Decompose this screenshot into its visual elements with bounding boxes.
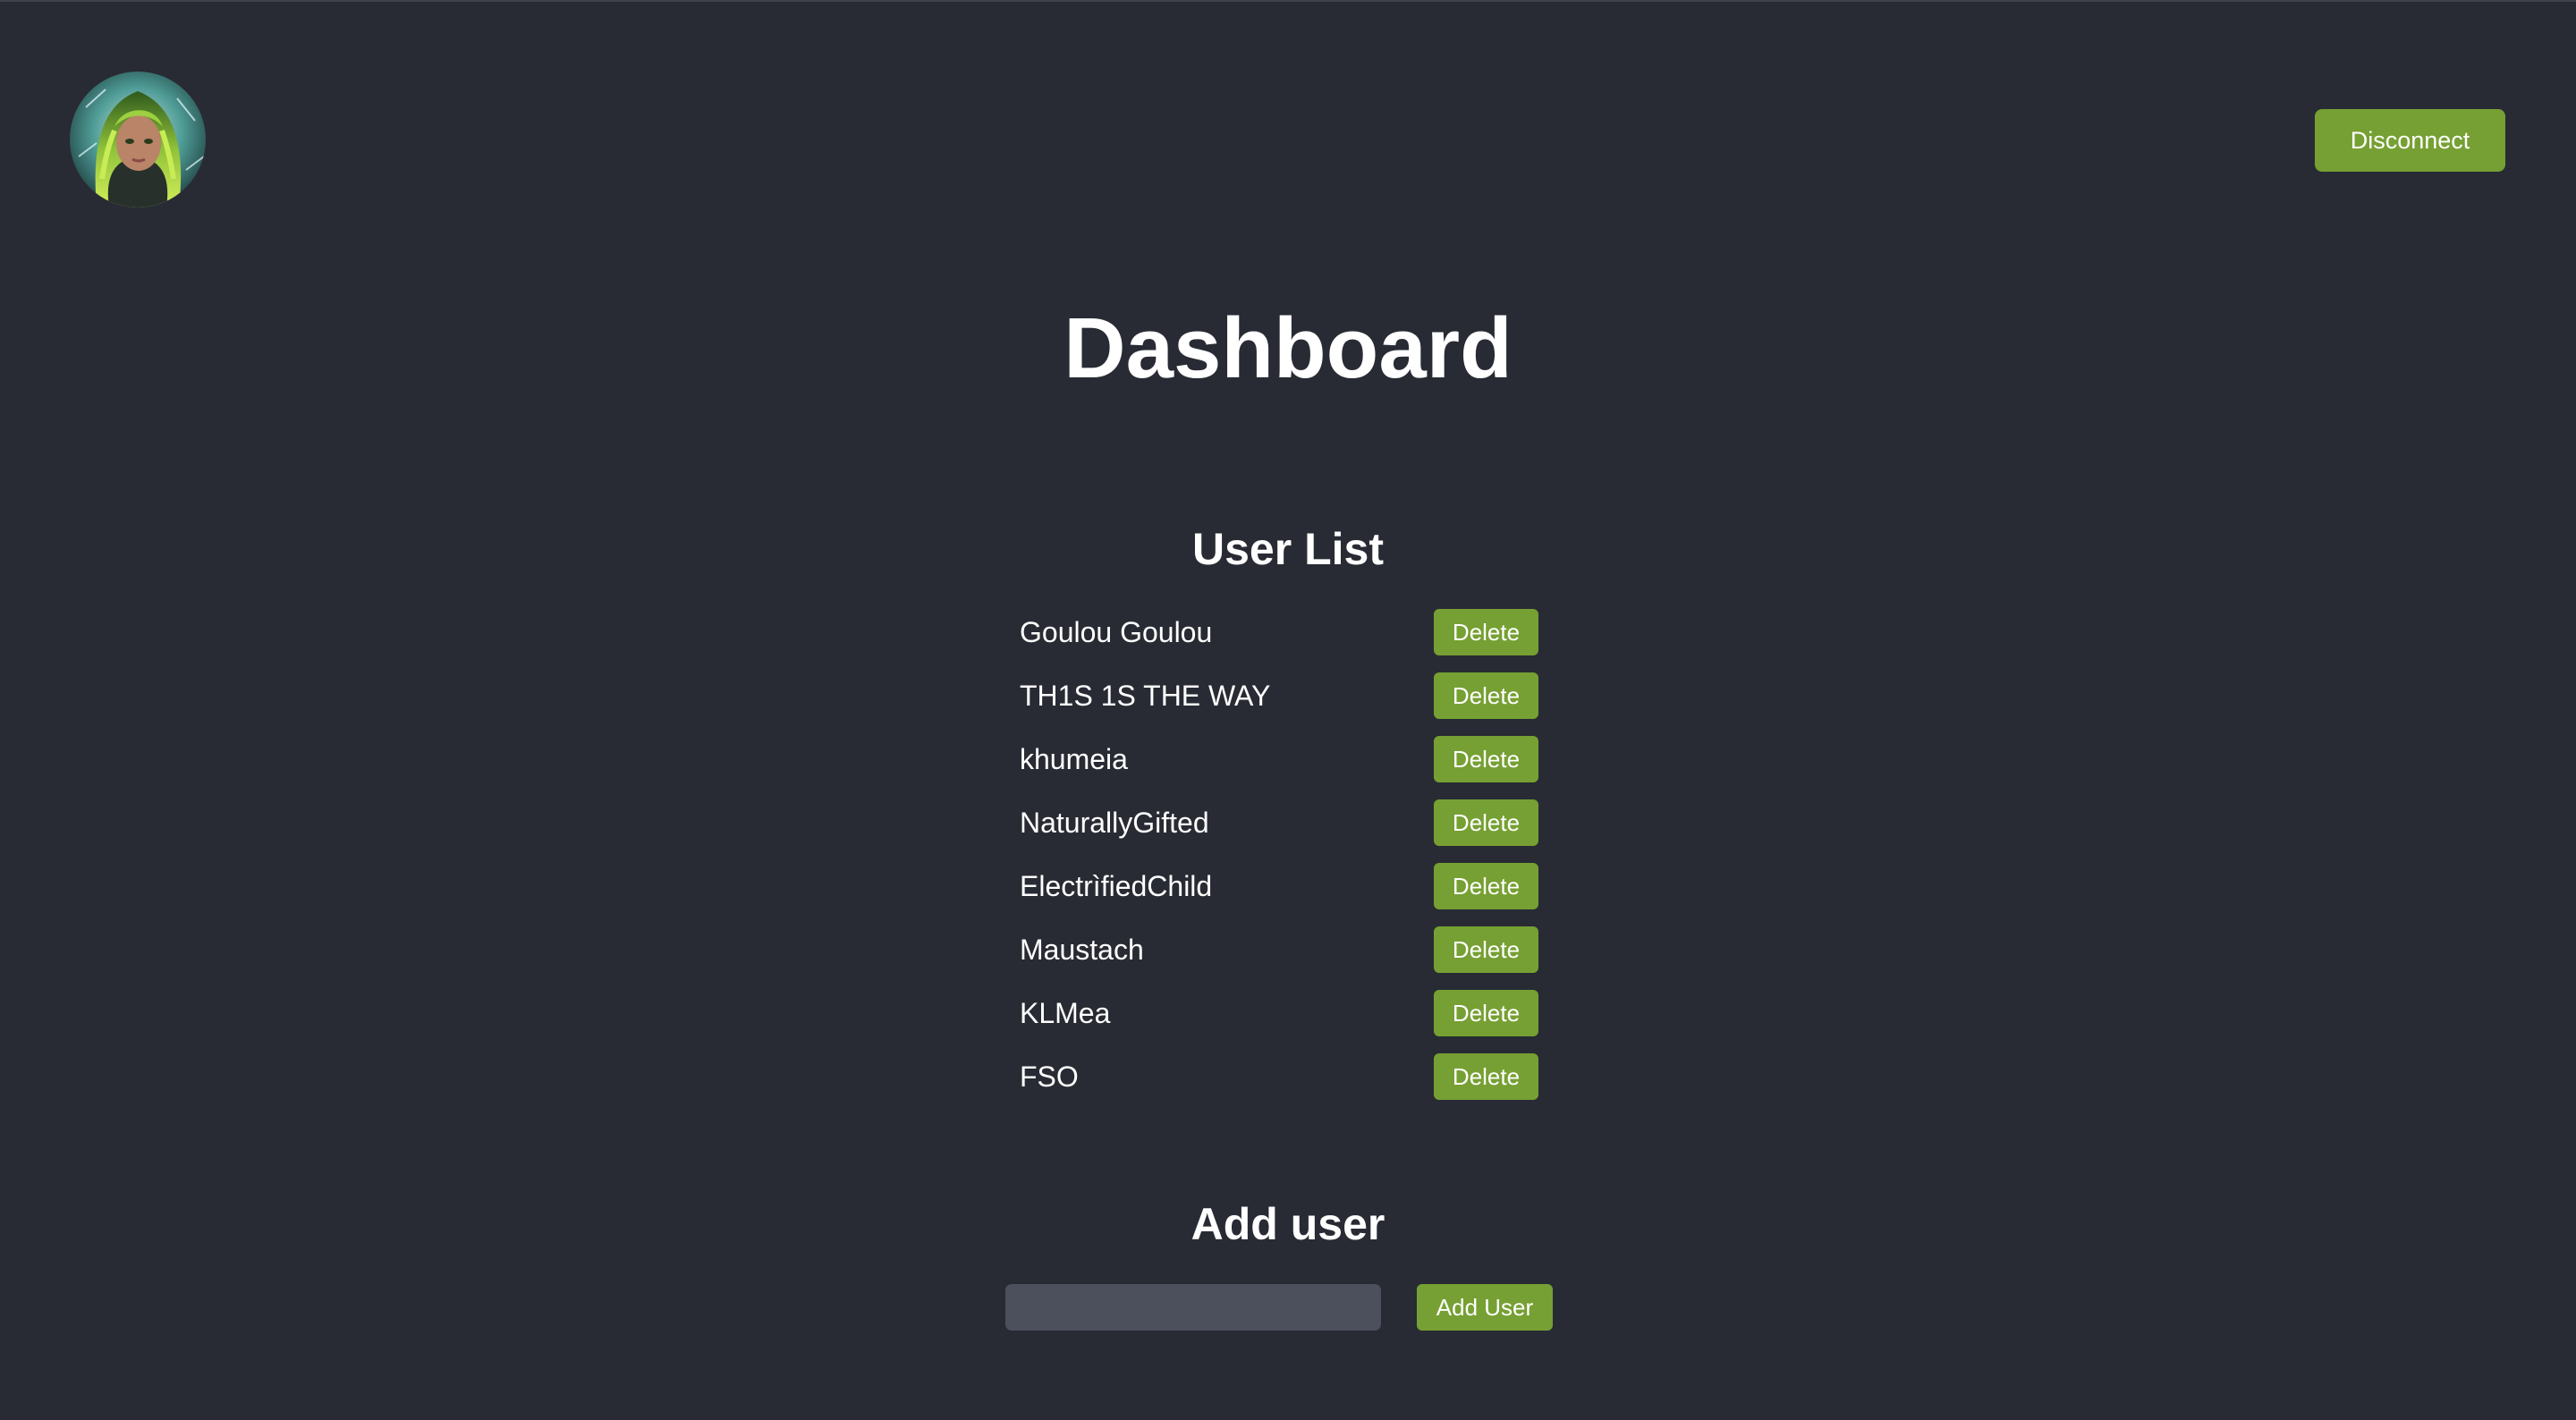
add-user-input[interactable] [1005, 1284, 1381, 1331]
user-row: Goulou Goulou Delete [1020, 608, 1538, 672]
user-name: KLMea [1020, 997, 1111, 1029]
user-row: ElectrìfiedChild Delete [1020, 862, 1538, 926]
user-name: NaturallyGifted [1020, 807, 1209, 839]
user-name: Goulou Goulou [1020, 616, 1213, 648]
delete-user-button[interactable]: Delete [1434, 1053, 1538, 1100]
disconnect-button[interactable]: Disconnect [2315, 109, 2505, 172]
user-row: TH1S 1S THE WAY Delete [1020, 672, 1538, 735]
user-list: Goulou Goulou Delete TH1S 1S THE WAY Del… [1020, 608, 1538, 1116]
delete-user-button[interactable]: Delete [1434, 990, 1538, 1036]
user-name: ElectrìfiedChild [1020, 870, 1213, 902]
user-row: khumeia Delete [1020, 735, 1538, 799]
user-list-title: User List [1192, 524, 1384, 574]
avatar-image [70, 72, 206, 207]
delete-user-button[interactable]: Delete [1434, 609, 1538, 655]
delete-user-button[interactable]: Delete [1434, 926, 1538, 973]
user-name: TH1S 1S THE WAY [1020, 680, 1271, 712]
user-name: Maustach [1020, 934, 1144, 966]
avatar[interactable] [70, 72, 206, 207]
user-name: khumeia [1020, 743, 1128, 775]
user-row: Maustach Delete [1020, 926, 1538, 989]
top-border [0, 0, 2576, 2]
delete-user-button[interactable]: Delete [1434, 672, 1538, 719]
user-row: FSO Delete [1020, 1052, 1538, 1116]
delete-user-button[interactable]: Delete [1434, 863, 1538, 909]
delete-user-button[interactable]: Delete [1434, 799, 1538, 846]
user-row: NaturallyGifted Delete [1020, 799, 1538, 862]
delete-user-button[interactable]: Delete [1434, 736, 1538, 782]
user-row: KLMea Delete [1020, 989, 1538, 1052]
add-user-button[interactable]: Add User [1417, 1284, 1553, 1331]
add-user-title: Add user [1191, 1199, 1385, 1249]
page-title: Dashboard [1063, 300, 1513, 396]
user-name: FSO [1020, 1061, 1079, 1093]
